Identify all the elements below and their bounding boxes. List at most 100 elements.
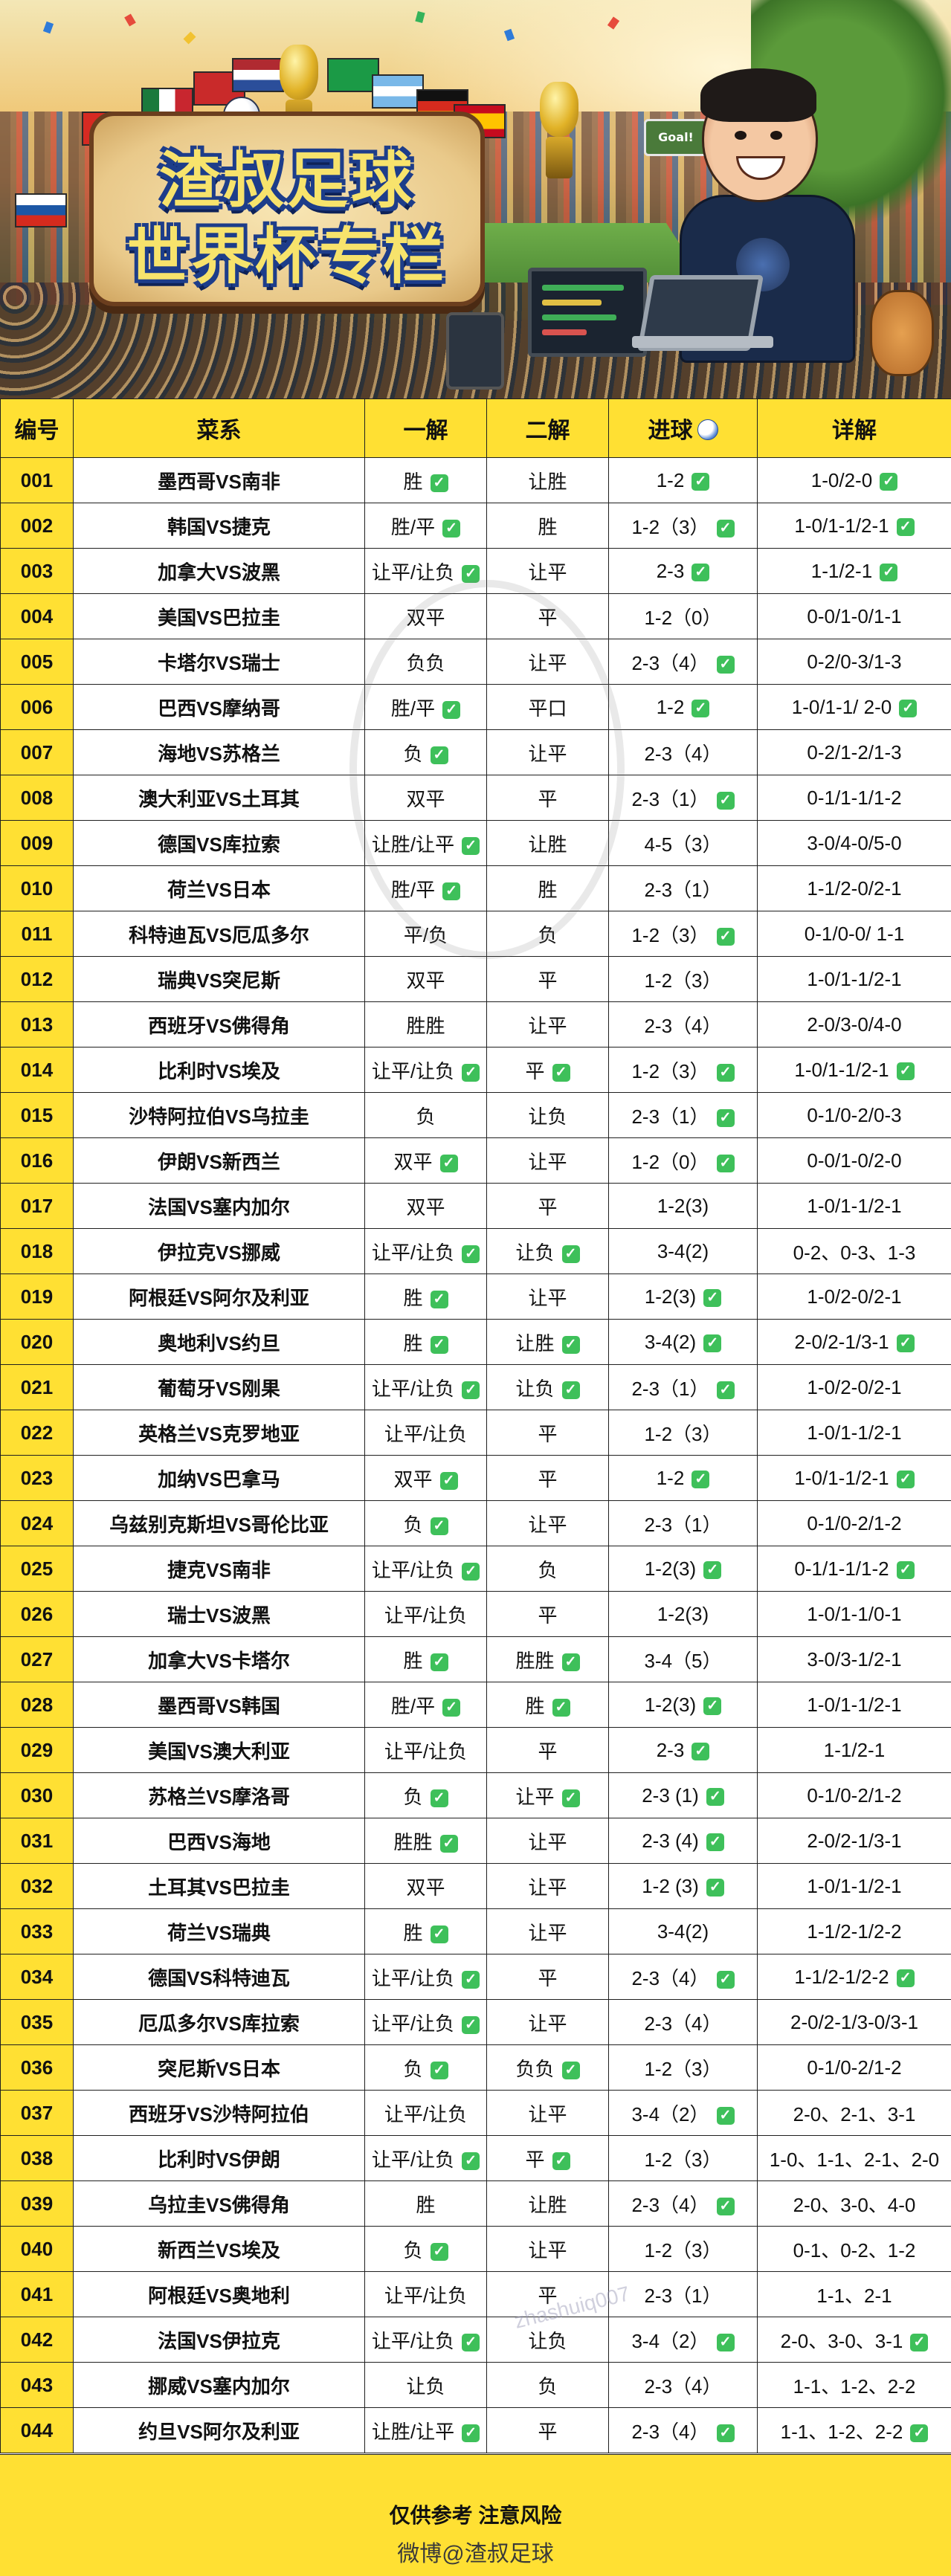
table-row: 043挪威VS塞内加尔让负负2-3（4）1-1、1-2、2-2 [1, 2363, 951, 2408]
table-row: 009德国VS库拉索让胜/让平✓让胜4-5（3）3-0/4-0/5-0 [1, 821, 951, 866]
cell-pick-2: 让平 [487, 639, 609, 685]
cell-match-text: 伊朗VS新西兰 [158, 1151, 280, 1173]
check-icon: ✓ [717, 1971, 735, 1989]
cell-pick-1: 胜 [365, 2181, 487, 2227]
cell-id: 044 [1, 2408, 74, 2453]
cell-pick-2-text: 平 [538, 788, 557, 810]
cell-detail: 2-0/2-1/3-1✓ [758, 1320, 951, 1365]
cell-pick-1-text: 让胜/让平 [372, 833, 454, 856]
cell-goals: 2-3（4）✓ [609, 2181, 758, 2227]
cell-match-text: 韩国VS捷克 [167, 516, 271, 538]
table-row: 023加纳VS巴拿马双平✓平1-2✓1-0/1-1/2-1✓ [1, 1456, 951, 1501]
cell-goals-text: 1-2（0） [631, 1151, 709, 1173]
cell-match: 奥地利VS约旦 [74, 1320, 365, 1365]
cell-goals: 1-2✓ [609, 458, 758, 503]
cell-id: 015 [1, 1093, 74, 1138]
cell-id-text: 018 [21, 1240, 53, 1262]
check-icon: ✓ [431, 1517, 448, 1535]
cell-id-text: 040 [21, 2238, 53, 2260]
table-row: 014比利时VS埃及让平/让负✓平✓1-2（3）✓1-0/1-1/2-1✓ [1, 1047, 951, 1093]
cell-pick-1-text: 双平 [406, 607, 445, 629]
table-row: 013西班牙VS佛得角胜胜让平2-3（4）2-0/3-0/4-0 [1, 1002, 951, 1047]
cell-id: 030 [1, 1773, 74, 1818]
cell-goals-text: 1-2（3） [644, 2058, 721, 2080]
cell-pick-2: 让负 [487, 2317, 609, 2363]
cell-detail-text: 0-0/1-0/2-0 [807, 1149, 901, 1172]
cell-goals-text: 1-2 [657, 696, 685, 718]
cell-pick-1-text: 胜胜 [406, 1015, 445, 1037]
cell-pick-1-text: 负 [403, 2058, 422, 2080]
cell-match: 葡萄牙VS刚果 [74, 1365, 365, 1410]
cell-pick-2: 平 [487, 775, 609, 821]
cell-detail: 1-1/2-1✓ [758, 549, 951, 594]
cell-pick-1: 双平 [365, 775, 487, 821]
cell-pick-2-text: 胜 [538, 879, 557, 901]
cell-goals-text: 1-2（3） [644, 969, 721, 992]
cell-pick-1-text: 胜/平 [391, 1695, 435, 1717]
title-line-2: 世界杯专栏 [94, 207, 480, 295]
cell-pick-1: 胜✓ [365, 1274, 487, 1320]
check-icon: ✓ [899, 700, 917, 717]
table-row: 036突尼斯VS日本负✓负负✓1-2（3）0-1/0-2/1-2 [1, 2045, 951, 2091]
cell-match-text: 德国VS库拉索 [158, 833, 280, 856]
cell-pick-1-text: 让平/让负 [372, 1378, 454, 1400]
cell-pick-2: 让负✓ [487, 1365, 609, 1410]
cell-id: 034 [1, 1954, 74, 2000]
cell-id-text: 043 [21, 2374, 53, 2396]
cell-detail-text: 2-0、3-0、4-0 [793, 2194, 916, 2216]
cell-match: 荷兰VS日本 [74, 866, 365, 911]
cell-pick-1-text: 胜胜 [393, 1831, 432, 1853]
cell-detail-text: 3-0/4-0/5-0 [807, 832, 901, 854]
cell-match: 伊拉克VS挪威 [74, 1229, 365, 1274]
cell-id-text: 034 [21, 1966, 53, 1988]
cell-goals: 3-4（5） [609, 1637, 758, 1682]
cell-goals: 1-2（0）✓ [609, 1138, 758, 1184]
cell-pick-1-text: 胜 [403, 1922, 422, 1944]
check-icon: ✓ [880, 473, 897, 491]
check-icon: ✓ [717, 2424, 735, 2442]
check-icon: ✓ [462, 2424, 480, 2442]
cell-pick-1-text: 双平 [393, 1468, 432, 1491]
cell-match-text: 约旦VS阿尔及利亚 [138, 2421, 300, 2443]
cell-goals-text: 2-3 (1) [642, 1784, 699, 1807]
cell-pick-2-text: 让平 [528, 1831, 567, 1853]
cell-match-text: 奥地利VS约旦 [158, 1332, 280, 1355]
cell-detail: 1-0/1-1/2-1 [758, 1864, 951, 1909]
check-icon: ✓ [442, 882, 460, 900]
cell-goals: 2-3（4）✓ [609, 639, 758, 685]
check-icon: ✓ [692, 473, 709, 491]
cell-match: 约旦VS阿尔及利亚 [74, 2408, 365, 2453]
cell-detail: 0-1/0-2/0-3 [758, 1093, 951, 1138]
cell-pick-1-text: 胜 [403, 1332, 422, 1355]
cell-detail: 1-0/2-0/2-1 [758, 1274, 951, 1320]
check-icon: ✓ [462, 2334, 480, 2351]
cell-pick-2-text: 让负 [528, 1105, 567, 1128]
cell-pick-2-text: 平 [538, 969, 557, 992]
cell-pick-1-text: 胜 [403, 1287, 422, 1309]
check-icon: ✓ [562, 1653, 580, 1671]
cell-detail-text: 1-1/2-1 [824, 1739, 885, 1761]
cell-pick-1-text: 让平/让负 [372, 1559, 454, 1581]
check-icon: ✓ [703, 1697, 721, 1715]
cell-goals-text: 1-2(3) [645, 1285, 696, 1308]
check-icon: ✓ [462, 1971, 480, 1989]
cell-id-text: 031 [21, 1830, 53, 1852]
cell-detail-text: 2-0、2-1、3-1 [793, 2103, 916, 2125]
cell-match: 捷克VS南非 [74, 1546, 365, 1592]
cell-pick-2-text: 让平 [528, 561, 567, 584]
check-icon: ✓ [703, 1334, 721, 1352]
cell-pick-1: 负✓ [365, 2045, 487, 2091]
cell-detail-text: 0-1/1-1/1-2 [807, 787, 901, 809]
header-id: 编号 [1, 399, 74, 458]
flag-russia [15, 193, 67, 227]
cell-id-text: 021 [21, 1376, 53, 1398]
header-match: 菜系 [74, 399, 365, 458]
cell-pick-2: 胜 [487, 503, 609, 549]
cell-goals-text: 3-4(2) [645, 1331, 696, 1353]
cell-match: 澳大利亚VS土耳其 [74, 775, 365, 821]
cell-goals-text: 3-4(2) [657, 1920, 709, 1943]
cell-id-text: 016 [21, 1149, 53, 1172]
cell-pick-2-text: 平 [538, 1423, 557, 1445]
cell-match: 科特迪瓦VS厄瓜多尔 [74, 911, 365, 957]
cell-match-text: 加拿大VS波黑 [158, 561, 280, 584]
